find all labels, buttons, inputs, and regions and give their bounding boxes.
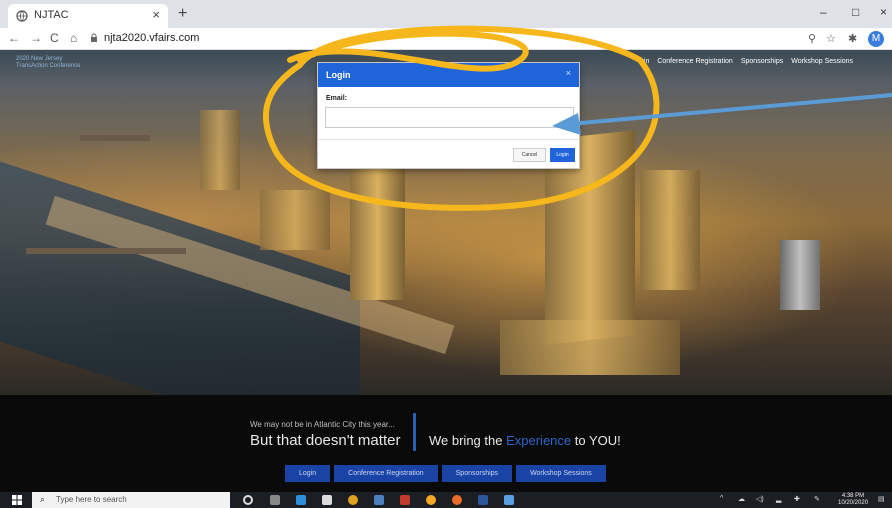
- tab-title: NJTAC: [34, 9, 69, 21]
- modal-header: Login ×: [318, 63, 579, 87]
- brand-line: TransAction Conference: [16, 63, 81, 69]
- app-icon[interactable]: [374, 495, 384, 505]
- nav-conference-registration-link[interactable]: Conference Registration: [657, 58, 733, 65]
- globe-icon: [16, 10, 28, 22]
- login-button[interactable]: Login: [550, 148, 575, 162]
- top-navigation: gin Conference Registration Sponsorships…: [640, 58, 853, 65]
- footer-conference-registration-button[interactable]: Conference Registration: [334, 465, 438, 482]
- app-icon[interactable]: [504, 495, 514, 505]
- modal-title: Login: [326, 70, 351, 80]
- minimize-button[interactable]: –: [820, 5, 827, 19]
- app-tray-icon[interactable]: ✚: [794, 495, 800, 503]
- pen-icon[interactable]: ✎: [814, 495, 820, 503]
- cortana-icon[interactable]: [243, 495, 253, 505]
- email-label: Email:: [326, 95, 348, 102]
- building: [260, 190, 330, 250]
- back-icon[interactable]: ←: [8, 31, 20, 45]
- tagline-right: We bring the Experience to YOU!: [429, 433, 621, 448]
- footer-login-button[interactable]: Login: [285, 465, 331, 482]
- clock-date: 10/20/2020: [838, 500, 869, 506]
- chevron-up-icon[interactable]: ^: [720, 495, 723, 502]
- tab-close-icon[interactable]: ×: [152, 7, 160, 22]
- task-view-icon[interactable]: [270, 495, 280, 505]
- windows-start-icon[interactable]: [12, 495, 22, 505]
- building: [640, 170, 700, 290]
- tagline-right-post: to YOU!: [571, 433, 621, 448]
- taskbar-search[interactable]: ⌕ Type here to search: [32, 492, 230, 508]
- building: [350, 160, 405, 300]
- search-icon: ⌕: [40, 494, 46, 504]
- volume-icon[interactable]: ◁): [756, 495, 764, 503]
- brand-line: 2020 New Jersey: [16, 56, 63, 62]
- footer-sponsorships-button[interactable]: Sponsorships: [441, 465, 513, 482]
- browser-tab[interactable]: NJTAC ×: [8, 4, 168, 28]
- building: [200, 110, 240, 190]
- clock-time: 4:38 PM: [841, 493, 865, 499]
- nav-workshop-sessions-link[interactable]: Workshop Sessions: [791, 58, 853, 65]
- forward-icon[interactable]: →: [30, 31, 42, 45]
- site-logo[interactable]: 2020 New Jersey TransAction Conference: [16, 56, 80, 70]
- footer-navigation: Login Conference Registration Sponsorshi…: [285, 465, 606, 482]
- login-modal: Login × Email: Cancel Login: [317, 62, 580, 169]
- extensions-icon[interactable]: ✱: [848, 32, 857, 45]
- app-icon[interactable]: [452, 495, 462, 505]
- modal-close-icon[interactable]: ×: [566, 68, 571, 78]
- pier: [80, 135, 150, 141]
- browser-tab-strip: NJTAC × + – □ ×: [0, 0, 892, 28]
- word-icon[interactable]: [478, 495, 488, 505]
- profile-avatar[interactable]: M: [868, 31, 884, 47]
- divider: [413, 413, 416, 451]
- modal-divider: [318, 139, 579, 140]
- zoom-icon[interactable]: ⚲: [808, 32, 816, 45]
- app-icon[interactable]: [296, 495, 306, 505]
- tagline-highlight: Experience: [506, 433, 572, 448]
- bookmark-star-icon[interactable]: ☆: [826, 32, 836, 45]
- building: [500, 320, 680, 375]
- building: [780, 240, 820, 310]
- footer-workshop-sessions-button[interactable]: Workshop Sessions: [516, 465, 606, 482]
- new-tab-button[interactable]: +: [178, 5, 187, 23]
- tagline-big: But that doesn't matter: [250, 432, 401, 449]
- nav-sponsorships-link[interactable]: Sponsorships: [741, 58, 783, 65]
- acrobat-icon[interactable]: [400, 495, 410, 505]
- maximize-button[interactable]: □: [852, 5, 859, 19]
- email-field[interactable]: [325, 107, 574, 128]
- nav-login-link[interactable]: gin: [640, 58, 649, 65]
- windows-taskbar: ⌕ Type here to search ^ ☁ ◁) ▂ ✚ ✎ 4:38 …: [0, 492, 892, 508]
- cancel-button[interactable]: Cancel: [513, 148, 546, 162]
- search-placeholder: Type here to search: [56, 495, 127, 504]
- home-icon[interactable]: ⌂: [70, 31, 77, 45]
- window-close-button[interactable]: ×: [880, 5, 887, 19]
- tagline-right-pre: We bring the: [429, 433, 507, 448]
- network-icon[interactable]: ▂: [776, 495, 781, 503]
- store-icon[interactable]: [322, 495, 332, 505]
- reload-icon[interactable]: C: [50, 31, 59, 45]
- cloud-icon[interactable]: ☁: [738, 495, 745, 503]
- lock-icon[interactable]: [90, 33, 98, 43]
- notifications-icon[interactable]: ▤: [878, 495, 885, 503]
- tagline-small: We may not be in Atlantic City this year…: [250, 420, 395, 429]
- address-field[interactable]: njta2020.vfairs.com: [104, 32, 199, 44]
- chrome-icon[interactable]: [348, 495, 358, 505]
- taskbar-clock[interactable]: 4:38 PM 10/20/2020: [838, 493, 868, 507]
- pier: [26, 248, 186, 254]
- browser-toolbar: ← → C ⌂ njta2020.vfairs.com ⚲ ☆ ✱ M: [0, 28, 892, 50]
- screenshot-root: NJTAC × + – □ × ← → C ⌂ njta2020.vfairs.…: [0, 0, 892, 508]
- footer-band: We may not be in Atlantic City this year…: [0, 395, 892, 492]
- app-icon[interactable]: [426, 495, 436, 505]
